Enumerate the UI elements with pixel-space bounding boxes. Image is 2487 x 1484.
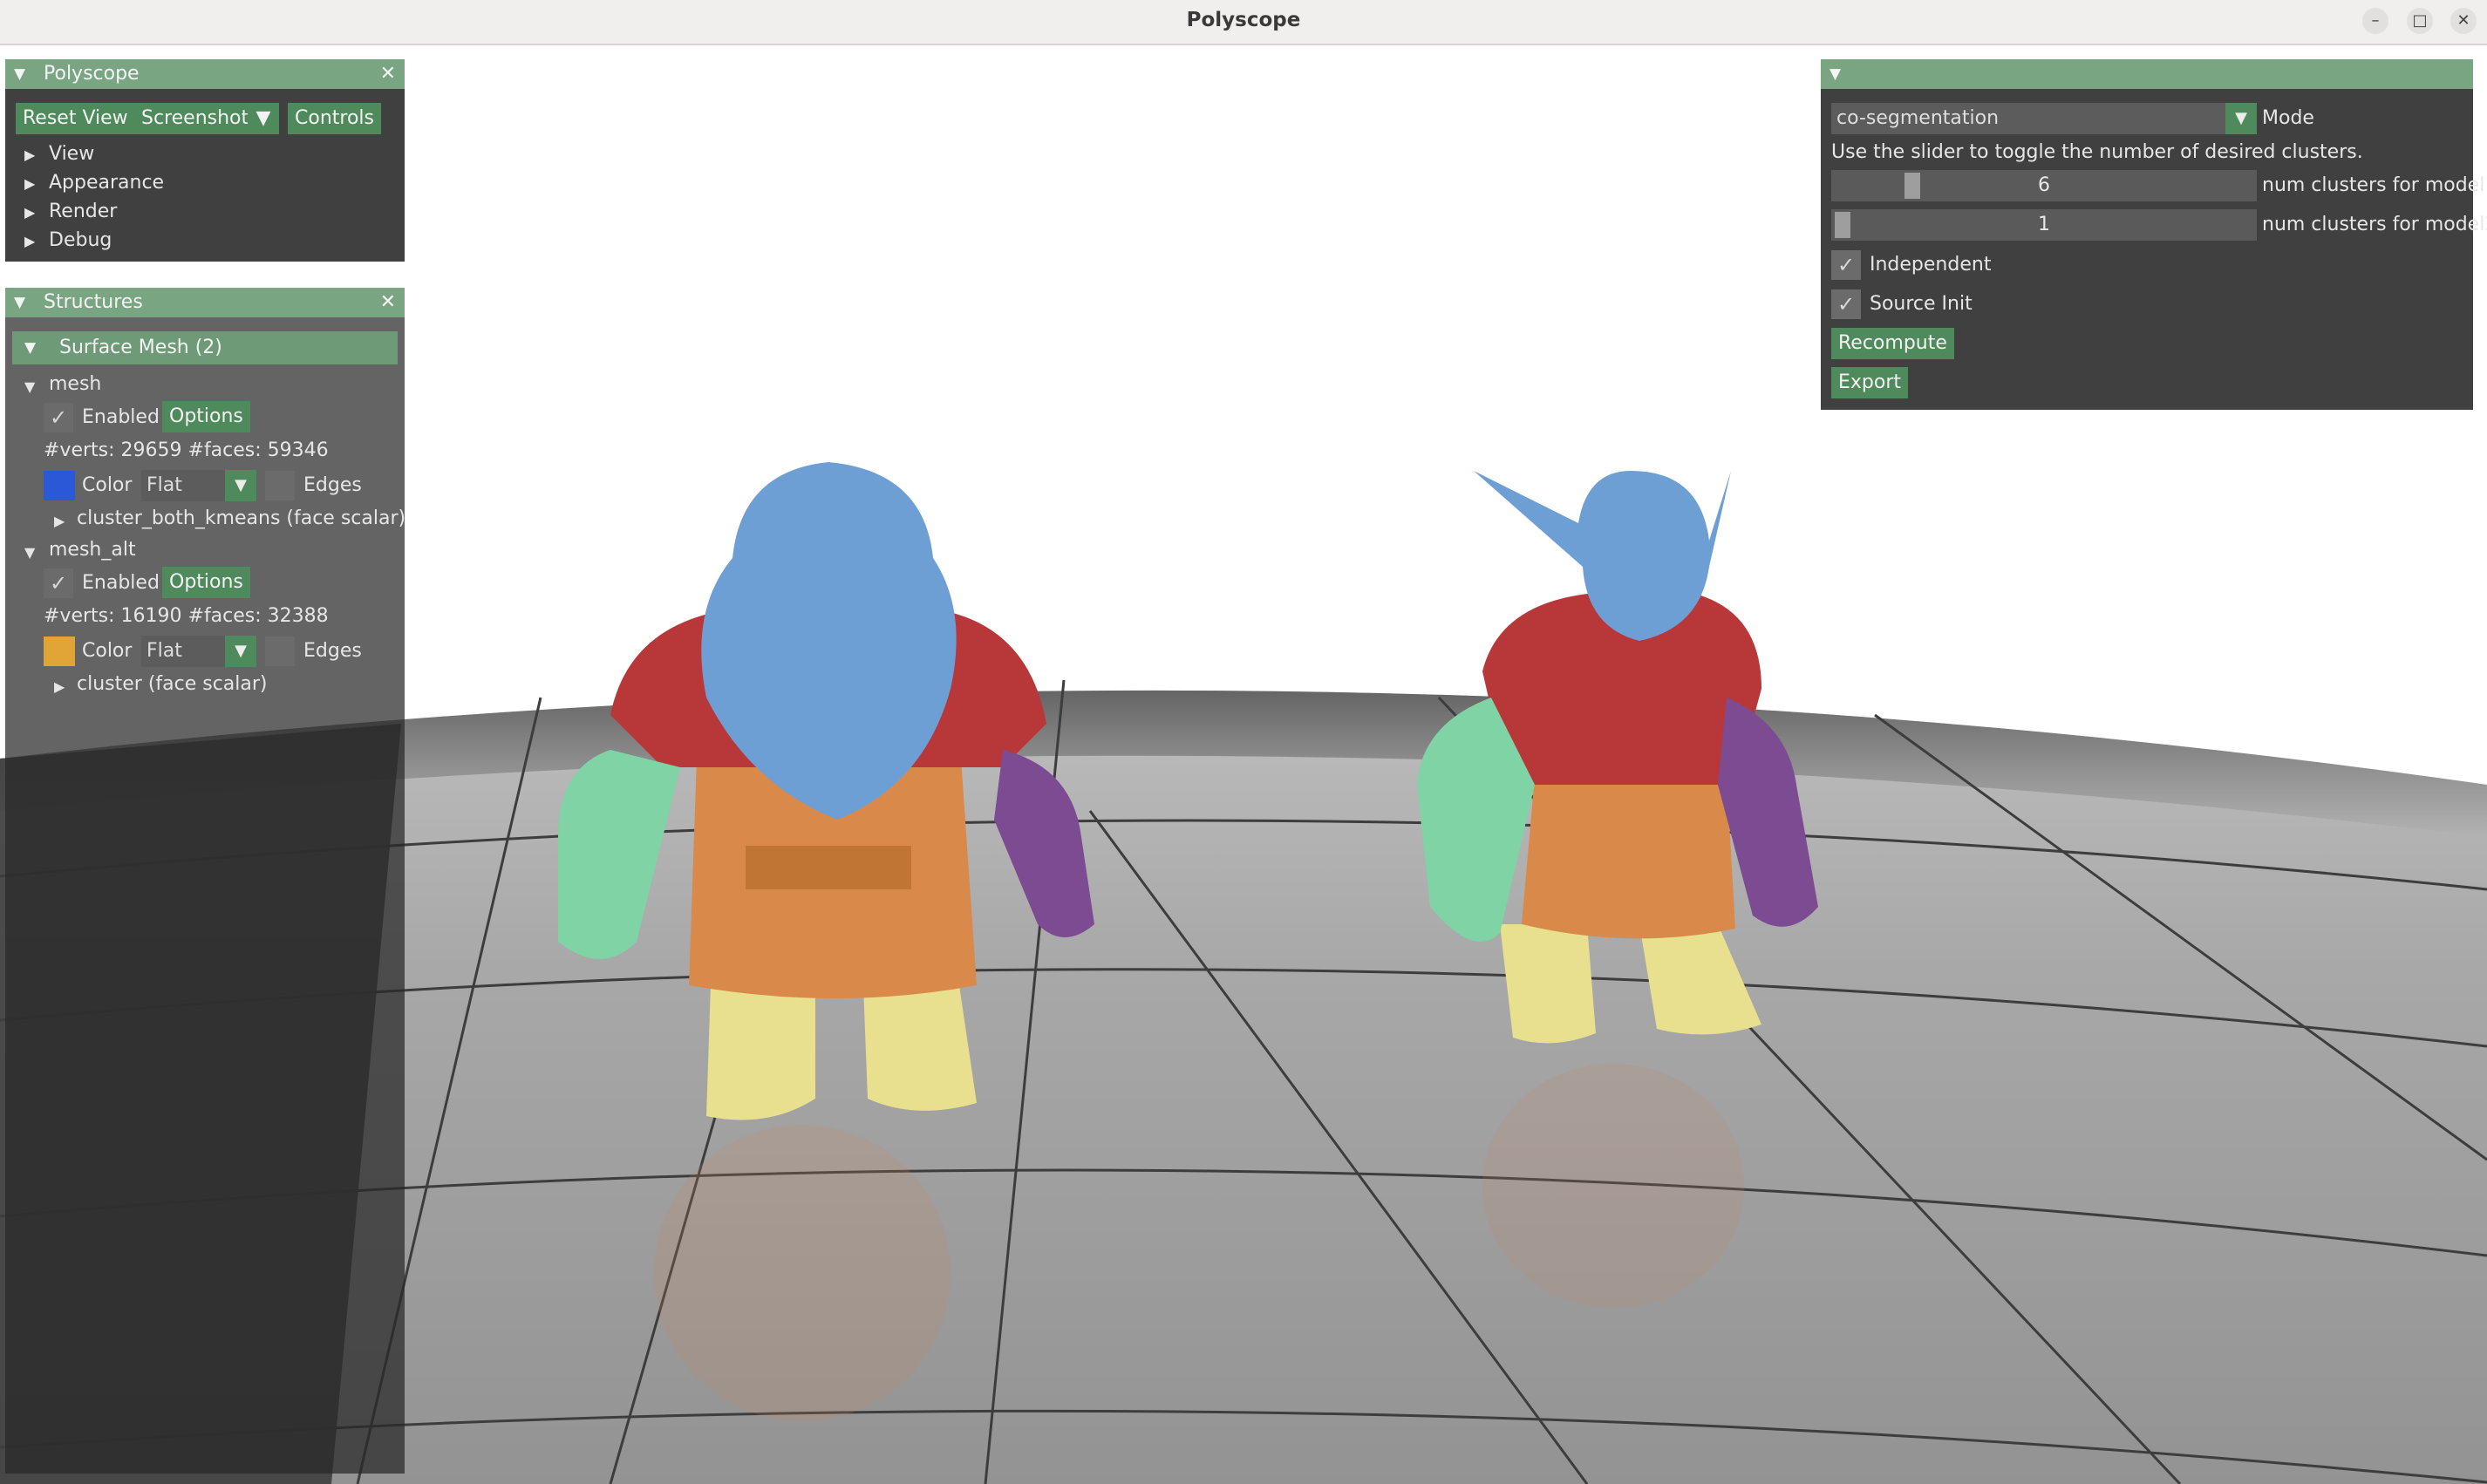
menu-appearance[interactable]: Appearance xyxy=(49,172,164,194)
structures-panel-title: Structures xyxy=(44,291,143,313)
screenshot-options-dropdown[interactable]: ▼ xyxy=(248,103,279,134)
enabled-checkbox[interactable]: ✓ xyxy=(44,568,73,598)
collapse-triangle-icon: ▼ xyxy=(24,339,37,357)
source-init-checkbox[interactable]: ✓ xyxy=(1831,289,1861,319)
polyscope-panel-title: Polyscope xyxy=(44,63,140,85)
controls-button[interactable]: Controls xyxy=(288,103,381,134)
expand-arrow-icon[interactable]: ▶ xyxy=(24,204,35,221)
close-window-button[interactable]: ✕ xyxy=(2450,8,2477,34)
shade-mode-select[interactable]: Flat ▼ xyxy=(141,636,256,667)
goblin-hips xyxy=(1522,776,1735,939)
checkmark-icon: ✓ xyxy=(1836,292,1856,317)
model2-clusters-label: num clusters for model2 xyxy=(2262,214,2487,235)
color-label: Color xyxy=(82,640,133,662)
expand-arrow-icon[interactable]: ▶ xyxy=(24,233,35,249)
options-button[interactable]: Options xyxy=(162,567,250,598)
reset-view-button[interactable]: Reset View xyxy=(16,103,135,134)
maximize-button[interactable]: □ xyxy=(2407,8,2433,34)
collapse-triangle-icon[interactable]: ▼ xyxy=(24,378,35,395)
expand-arrow-icon[interactable]: ▶ xyxy=(54,678,65,695)
independent-checkbox[interactable]: ✓ xyxy=(1831,250,1861,280)
export-button[interactable]: Export xyxy=(1831,367,1909,398)
goblin-left-foot xyxy=(1500,924,1596,1044)
close-icon[interactable]: ✕ xyxy=(380,288,396,317)
edges-checkbox[interactable] xyxy=(265,471,295,500)
model2-clusters-value: 1 xyxy=(2038,214,2050,235)
collapse-triangle-icon[interactable]: ▼ xyxy=(14,288,25,317)
chevron-down-icon: ▼ xyxy=(225,470,256,501)
checkmark-icon: ✓ xyxy=(49,405,68,430)
window-titlebar: Polyscope – □ ✕ xyxy=(0,0,2487,45)
model1-clusters-slider[interactable]: 6 xyxy=(1831,170,2257,201)
enabled-checkbox[interactable]: ✓ xyxy=(44,403,73,432)
enabled-label: Enabled xyxy=(82,572,160,594)
options-button[interactable]: Options xyxy=(162,401,250,432)
collapse-triangle-icon[interactable]: ▼ xyxy=(14,59,25,89)
instructions-text: Use the slider to toggle the number of d… xyxy=(1831,141,2363,163)
chevron-down-icon: ▼ xyxy=(225,636,256,667)
edges-label: Edges xyxy=(303,474,362,496)
segmentation-panel[interactable]: ▼ co-segmentation ▼ Mode Use the slider … xyxy=(1821,59,2487,410)
polyscope-panel-header[interactable]: ▼ Polyscope ✕ xyxy=(5,59,405,89)
color-swatch[interactable] xyxy=(44,471,75,500)
checkmark-icon: ✓ xyxy=(49,571,68,596)
screenshot-button[interactable]: Screenshot xyxy=(134,103,256,134)
model1-clusters-label: num clusters for model1 xyxy=(2262,174,2487,196)
mode-select[interactable]: co-segmentation ▼ xyxy=(1831,103,2257,134)
shade-mode-value: Flat xyxy=(146,640,182,662)
model1-clusters-value: 6 xyxy=(2038,174,2050,196)
source-init-label: Source Init xyxy=(1870,293,1973,315)
collapse-triangle-icon[interactable]: ▼ xyxy=(1829,59,1841,89)
minimize-button[interactable]: – xyxy=(2362,8,2388,34)
mesh-alt-name[interactable]: mesh_alt xyxy=(49,539,136,561)
color-swatch[interactable] xyxy=(44,636,75,666)
edges-label: Edges xyxy=(303,640,362,662)
window-title: Polyscope xyxy=(1186,9,1301,31)
expand-arrow-icon[interactable]: ▶ xyxy=(54,513,65,529)
expand-arrow-icon[interactable]: ▶ xyxy=(24,146,35,163)
menu-view[interactable]: View xyxy=(49,143,94,165)
dwarf-left-boot xyxy=(706,985,815,1120)
surface-mesh-group-header[interactable]: ▼ Surface Mesh (2) xyxy=(12,331,398,364)
shade-mode-select[interactable]: Flat ▼ xyxy=(141,470,256,501)
chevron-down-icon: ▼ xyxy=(256,107,271,129)
quantity-item[interactable]: cluster (face scalar) xyxy=(77,673,268,695)
color-label: Color xyxy=(82,474,133,496)
chevron-down-icon: ▼ xyxy=(2225,103,2257,134)
edges-checkbox[interactable] xyxy=(265,636,295,666)
independent-label: Independent xyxy=(1870,254,1992,276)
expand-arrow-icon[interactable]: ▶ xyxy=(24,175,35,192)
recompute-button[interactable]: Recompute xyxy=(1831,328,1954,359)
mesh-stats: #verts: 29659 #faces: 59346 xyxy=(44,439,329,461)
mesh-stats: #verts: 16190 #faces: 32388 xyxy=(44,605,329,627)
quantity-item[interactable]: cluster_both_kmeans (face scalar) xyxy=(77,507,405,529)
mesh-name[interactable]: mesh xyxy=(49,373,101,395)
menu-render[interactable]: Render xyxy=(49,201,117,222)
slider-grab-handle[interactable] xyxy=(1904,173,1920,199)
mode-value: co-segmentation xyxy=(1836,107,2000,129)
menu-debug[interactable]: Debug xyxy=(49,229,112,251)
dwarf-right-boot xyxy=(863,985,977,1111)
enabled-label: Enabled xyxy=(82,406,160,428)
structures-panel-header[interactable]: ▼ Structures ✕ xyxy=(5,288,405,317)
segmentation-panel-header[interactable]: ▼ xyxy=(1821,59,2473,89)
checkmark-icon: ✓ xyxy=(1836,253,1856,277)
shade-mode-value: Flat xyxy=(146,474,182,496)
structures-panel[interactable]: ▼ Structures ✕ ▼ Surface Mesh (2) ▼ mesh… xyxy=(5,288,405,1474)
slider-grab-handle[interactable] xyxy=(1835,212,1850,238)
model2-clusters-slider[interactable]: 1 xyxy=(1831,209,2257,241)
mode-label: Mode xyxy=(2262,107,2314,129)
surface-mesh-group-label: Surface Mesh (2) xyxy=(59,337,222,358)
collapse-triangle-icon[interactable]: ▼ xyxy=(24,544,35,561)
close-icon[interactable]: ✕ xyxy=(380,59,396,89)
polyscope-panel[interactable]: ▼ Polyscope ✕ Reset View Screenshot ▼ Co… xyxy=(5,59,405,262)
